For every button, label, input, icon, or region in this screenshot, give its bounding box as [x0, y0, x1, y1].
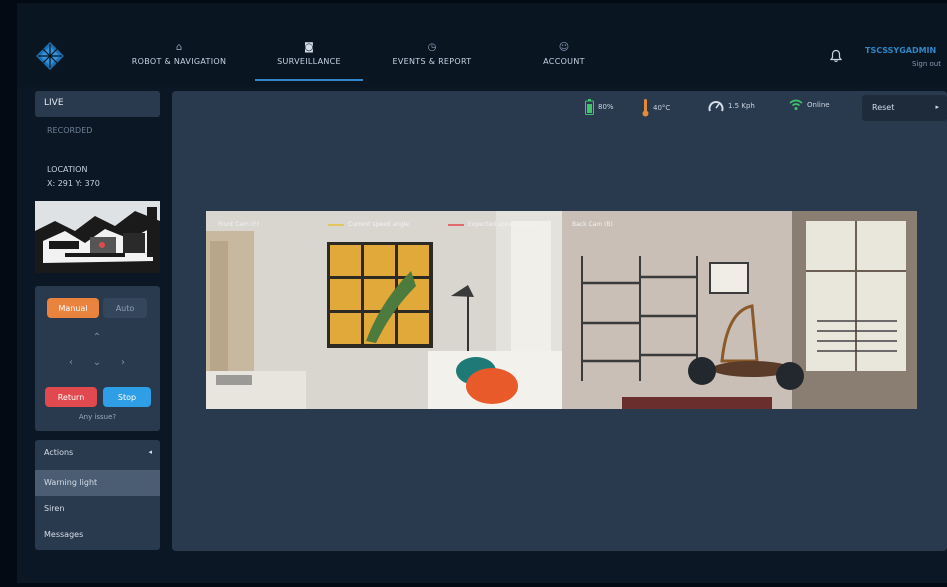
sign-out-link[interactable]: Sign out [912, 60, 941, 68]
speedometer-icon [708, 101, 724, 112]
help-link[interactable]: Any issue? [35, 413, 160, 421]
legend-expected-label: Expected speed angle [468, 221, 535, 228]
tab-surveillance[interactable]: ◙ SURVEILLANCE [255, 41, 363, 81]
return-button[interactable]: Return [45, 387, 97, 407]
arrow-left-icon[interactable]: ‹ [63, 354, 79, 370]
battery-value: 80% [598, 103, 614, 111]
bell-icon[interactable] [829, 49, 843, 63]
user-icon: ☺ [558, 42, 570, 53]
speed-status: 1.5 Kph [708, 99, 755, 113]
connection-status: Online [789, 99, 830, 111]
tab-robot-navigation[interactable]: ⌂ ROBOT & NAVIGATION [129, 41, 229, 81]
action-label: Warning light [44, 478, 98, 487]
action-label: Messages [44, 530, 84, 539]
actions-header: Actions [44, 448, 74, 457]
front-camera-feed[interactable]: Front Cam (F) Current speed angle Expect… [206, 211, 562, 409]
recorded-link[interactable]: RECORDED [47, 126, 92, 135]
manual-mode-button[interactable]: Manual [47, 298, 99, 318]
auto-mode-button[interactable]: Auto [103, 298, 147, 318]
main-panel: 80% 40°C 1.5 Kph Online Reset ▸ Front Ca… [172, 91, 947, 551]
temperature-value: 40°C [653, 104, 671, 112]
logo-icon[interactable] [35, 41, 65, 71]
arrow-right-icon[interactable]: › [115, 354, 131, 370]
temperature-status: 40°C [642, 99, 670, 117]
minimap-image [35, 201, 160, 273]
stop-button[interactable]: Stop [103, 387, 151, 407]
wifi-icon [789, 99, 803, 110]
camera-icon: ◙ [304, 42, 314, 53]
live-label: LIVE [44, 98, 64, 108]
front-camera-label: Front Cam (F) [218, 221, 259, 228]
minimap[interactable] [35, 201, 160, 273]
control-panel: Manual Auto ⌃ ‹ ⌄ › Return Stop Any issu… [35, 286, 160, 431]
reset-label: Reset [872, 103, 895, 112]
tab-label: ROBOT & NAVIGATION [131, 57, 227, 66]
speed-value: 1.5 Kph [728, 102, 755, 110]
robot-icon: ⌂ [175, 42, 183, 53]
user-name[interactable]: TSCSSYGADMIN [865, 46, 936, 55]
battery-icon [585, 99, 594, 115]
back-camera-image [562, 211, 917, 409]
back-camera-feed[interactable]: Back Cam (B) [562, 211, 917, 409]
action-siren[interactable]: Siren [35, 496, 160, 522]
clock-icon: ◷ [427, 42, 437, 53]
robot-marker-icon [99, 242, 105, 248]
connection-value: Online [807, 101, 830, 109]
legend-current-label: Current speed angle [348, 221, 410, 228]
front-camera-image [206, 211, 562, 409]
actions-dropdown[interactable]: Actions ◂ [35, 440, 160, 466]
action-messages[interactable]: Messages [35, 522, 160, 548]
caret-right-icon: ▸ [935, 103, 939, 111]
reset-dropdown[interactable]: Reset ▸ [862, 95, 947, 121]
live-button[interactable]: LIVE [35, 91, 160, 117]
back-camera-label: Back Cam (B) [572, 221, 613, 228]
app-window: ⌂ ROBOT & NAVIGATION ◙ SURVEILLANCE ◷ EV… [17, 3, 947, 583]
arrow-up-icon[interactable]: ⌃ [89, 329, 105, 345]
battery-status: 80% [585, 99, 614, 115]
tab-label: EVENTS & REPORT [392, 57, 472, 66]
tab-label: ACCOUNT [543, 57, 585, 66]
actions-panel: Actions ◂ Warning light Siren Messages [35, 440, 160, 550]
tab-events-report[interactable]: ◷ EVENTS & REPORT [387, 41, 477, 81]
camera-feeds: Front Cam (F) Current speed angle Expect… [206, 211, 917, 409]
thermometer-icon [642, 99, 649, 117]
action-label: Siren [44, 504, 65, 513]
caret-left-icon: ◂ [148, 448, 152, 456]
location-title: LOCATION [47, 165, 88, 174]
arrow-down-icon[interactable]: ⌄ [89, 354, 105, 370]
action-warning-light[interactable]: Warning light [35, 470, 160, 496]
top-nav: ⌂ ROBOT & NAVIGATION ◙ SURVEILLANCE ◷ EV… [17, 3, 947, 87]
location-coordinates: X: 291 Y: 370 [47, 179, 100, 188]
tab-label: SURVEILLANCE [277, 57, 341, 66]
tab-account[interactable]: ☺ ACCOUNT [529, 41, 599, 81]
